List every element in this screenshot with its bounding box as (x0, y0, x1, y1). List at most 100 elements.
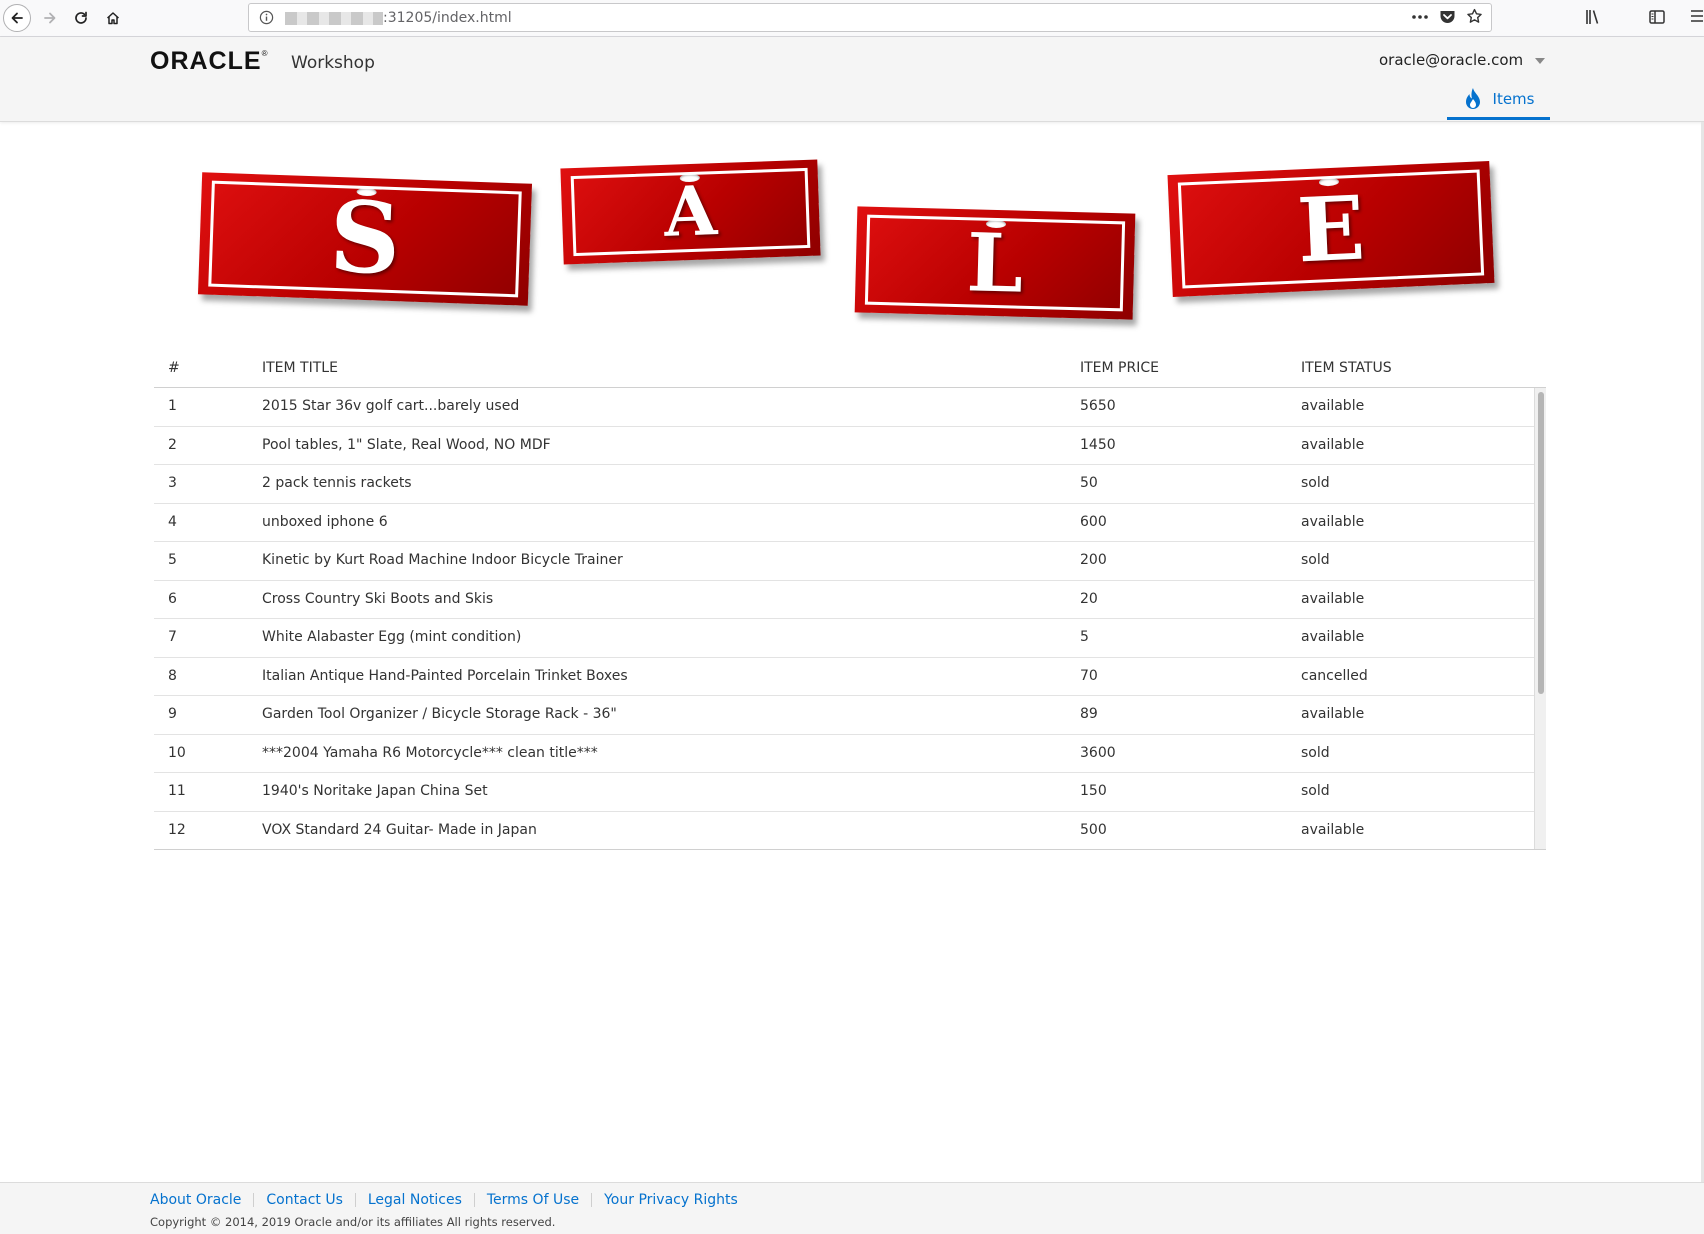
cell-title: 1940's Noritake Japan China Set (262, 783, 488, 799)
cell-number: 9 (168, 706, 177, 722)
tab-items-label: Items (1492, 90, 1535, 108)
footer-links: About Oracle Contact Us Legal Notices Te… (150, 1192, 738, 1208)
cell-number: 6 (168, 590, 177, 607)
cell-number: 3 (168, 475, 177, 491)
info-icon[interactable] (259, 10, 274, 29)
page-actions-icon[interactable] (1411, 14, 1429, 20)
bookmark-star-icon[interactable] (1466, 8, 1483, 25)
cell-status: available (1301, 629, 1365, 645)
letter-s: S (327, 179, 403, 298)
cell-title: 2 pack tennis rackets (262, 475, 412, 491)
letter-l: L (965, 215, 1025, 311)
table-row[interactable]: 2 Pool tables, 1" Slate, Real Wood, NO M… (154, 427, 1534, 465)
cell-number: 8 (168, 667, 177, 684)
table-row[interactable]: 12 VOX Standard 24 Guitar- Made in Japan… (154, 812, 1534, 850)
home-icon (106, 12, 120, 25)
cell-price: 70 (1080, 667, 1098, 684)
table-body: 1 2015 Star 36v golf cart...barely used … (154, 388, 1546, 850)
footer-divider (253, 1193, 255, 1207)
table-row[interactable]: 7 White Alabaster Egg (mint condition) 5… (154, 619, 1534, 658)
cell-title: Kinetic by Kurt Road Machine Indoor Bicy… (262, 552, 623, 568)
cell-number: 5 (168, 552, 177, 568)
app-name: Workshop (291, 53, 375, 73)
library-icon[interactable] (1584, 8, 1602, 26)
cell-price: 150 (1080, 783, 1107, 799)
sale-tag-l: L (854, 206, 1136, 320)
table-row[interactable]: 10 ***2004 Yamaha R6 Motorcycle*** clean… (154, 735, 1534, 773)
items-table: # ITEM TITLE ITEM PRICE ITEM STATUS 1 20… (154, 350, 1546, 850)
letter-e: E (1295, 175, 1367, 283)
url-text: :31205/index.html (383, 10, 512, 26)
arrow-left-icon (11, 12, 23, 24)
cell-title: ***2004 Yamaha R6 Motorcycle*** clean ti… (262, 744, 598, 761)
cell-status: cancelled (1301, 667, 1368, 684)
table-header: # ITEM TITLE ITEM PRICE ITEM STATUS (154, 350, 1546, 388)
table-row[interactable]: 11 1940's Noritake Japan China Set 150 s… (154, 773, 1534, 812)
cell-price: 200 (1080, 552, 1107, 568)
cell-price: 50 (1080, 475, 1098, 491)
legal-notices-link[interactable]: Legal Notices (368, 1192, 462, 1208)
cell-number: 12 (168, 821, 186, 838)
user-menu[interactable]: oracle@oracle.com (1379, 51, 1546, 69)
home-button[interactable] (99, 4, 127, 32)
address-bar[interactable]: :31205/index.html (248, 3, 1492, 32)
sale-tag-e: E (1167, 161, 1495, 297)
oracle-logo: ORACLE® (150, 47, 269, 75)
sale-tag-s: S (197, 172, 533, 306)
cell-title: unboxed iphone 6 (262, 513, 388, 530)
cell-title: VOX Standard 24 Guitar- Made in Japan (262, 821, 537, 838)
table-row[interactable]: 4 unboxed iphone 6 600 available (154, 504, 1534, 542)
cell-title: 2015 Star 36v golf cart...barely used (262, 398, 520, 414)
privacy-rights-link[interactable]: Your Privacy Rights (604, 1192, 738, 1208)
cell-number: 1 (168, 398, 177, 414)
cell-status: available (1301, 398, 1365, 414)
cell-status: available (1301, 821, 1365, 838)
cell-number: 7 (168, 629, 177, 645)
cell-price: 5650 (1080, 398, 1116, 414)
column-header-number[interactable]: # (168, 360, 180, 376)
column-header-price[interactable]: ITEM PRICE (1080, 360, 1159, 376)
column-header-title[interactable]: ITEM TITLE (262, 360, 338, 376)
sale-tag-a: A (560, 159, 821, 265)
cell-status: available (1301, 436, 1365, 453)
cell-title: Italian Antique Hand-Painted Porcelain T… (262, 667, 628, 684)
footer-divider (591, 1193, 593, 1207)
table-row[interactable]: 8 Italian Antique Hand-Painted Porcelain… (154, 658, 1534, 696)
reload-icon (75, 11, 87, 24)
footer-divider (473, 1193, 475, 1207)
cell-price: 5 (1080, 629, 1089, 645)
cell-price: 89 (1080, 706, 1098, 722)
table-row[interactable]: 5 Kinetic by Kurt Road Machine Indoor Bi… (154, 542, 1534, 581)
forward-button[interactable] (36, 4, 64, 32)
chevron-down-icon (1535, 58, 1546, 64)
column-header-status[interactable]: ITEM STATUS (1301, 360, 1392, 376)
back-button[interactable] (3, 4, 31, 32)
page-footer: About Oracle Contact Us Legal Notices Te… (0, 1182, 1704, 1234)
table-row[interactable]: 3 2 pack tennis rackets 50 sold (154, 465, 1534, 504)
contact-us-link[interactable]: Contact Us (266, 1192, 342, 1208)
cell-status: available (1301, 590, 1365, 607)
cell-number: 4 (168, 513, 177, 530)
table-row[interactable]: 6 Cross Country Ski Boots and Skis 20 av… (154, 581, 1534, 619)
sale-banner: S A L E (0, 122, 1704, 342)
table-scrollbar[interactable] (1534, 388, 1546, 849)
flame-icon (1463, 87, 1483, 115)
cell-number: 11 (168, 783, 186, 799)
tab-items[interactable]: Items (1447, 85, 1550, 120)
table-scrollbar-thumb[interactable] (1538, 392, 1544, 694)
footer-divider (354, 1193, 356, 1207)
terms-of-use-link[interactable]: Terms Of Use (487, 1192, 579, 1208)
sidebar-icon[interactable] (1648, 8, 1666, 26)
pocket-icon[interactable] (1439, 9, 1456, 25)
cell-number: 10 (168, 744, 186, 761)
table-row[interactable]: 1 2015 Star 36v golf cart...barely used … (154, 388, 1534, 427)
about-oracle-link[interactable]: About Oracle (150, 1192, 241, 1208)
cell-price: 20 (1080, 590, 1098, 607)
reload-button[interactable] (67, 4, 95, 32)
cell-status: sold (1301, 475, 1330, 491)
cell-status: sold (1301, 783, 1330, 799)
menu-icon[interactable] (1690, 8, 1704, 24)
letter-a: A (662, 171, 719, 253)
cell-title: Cross Country Ski Boots and Skis (262, 590, 494, 607)
table-row[interactable]: 9 Garden Tool Organizer / Bicycle Storag… (154, 696, 1534, 735)
